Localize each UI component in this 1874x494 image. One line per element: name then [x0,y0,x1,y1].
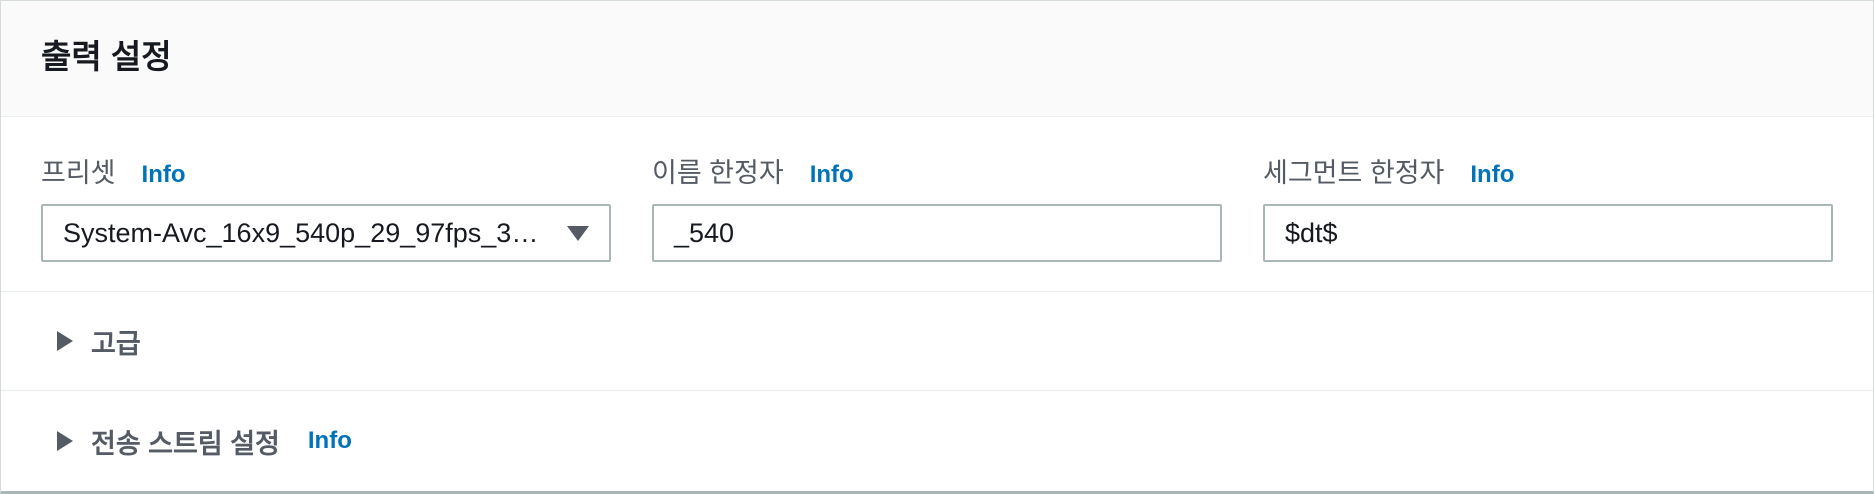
name-modifier-label: 이름 한정자 [652,158,784,188]
caret-right-icon [57,431,73,451]
name-modifier-value: _540 [674,217,735,248]
segment-modifier-info-link[interactable]: Info [1470,161,1514,189]
transport-stream-label: 전송 스트림 설정 [91,428,280,459]
segment-modifier-field: 세그먼트 한정자 Info $dt$ [1263,151,1833,262]
panel-header: 출력 설정 [1,1,1873,117]
advanced-label: 고급 [91,328,141,359]
caret-right-icon [57,331,73,351]
preset-info-link[interactable]: Info [142,161,186,189]
advanced-expander[interactable]: 고급 [1,292,1873,391]
preset-label: 프리셋 [41,158,116,188]
segment-modifier-input[interactable]: $dt$ [1263,204,1833,262]
segment-modifier-value: $dt$ [1285,217,1338,248]
name-modifier-info-link[interactable]: Info [810,161,854,189]
output-settings-panel: 출력 설정 프리셋 Info System-Avc_16x9_540p_29_9… [0,0,1874,494]
caret-down-icon [567,225,589,241]
segment-modifier-label: 세그먼트 한정자 [1263,158,1445,188]
transport-stream-expander[interactable]: 전송 스트림 설정 Info [1,391,1873,491]
transport-stream-info-link[interactable]: Info [308,427,352,455]
name-modifier-field: 이름 한정자 Info _540 [652,151,1222,262]
name-modifier-input[interactable]: _540 [652,204,1222,262]
preset-field: 프리셋 Info System-Avc_16x9_540p_29_97fps_3… [41,151,611,262]
preset-select-value: System-Avc_16x9_540p_29_97fps_3500kbps [63,217,543,248]
panel-title: 출력 설정 [41,37,172,75]
fields-row: 프리셋 Info System-Avc_16x9_540p_29_97fps_3… [1,117,1873,292]
preset-select[interactable]: System-Avc_16x9_540p_29_97fps_3500kbps [41,204,611,262]
